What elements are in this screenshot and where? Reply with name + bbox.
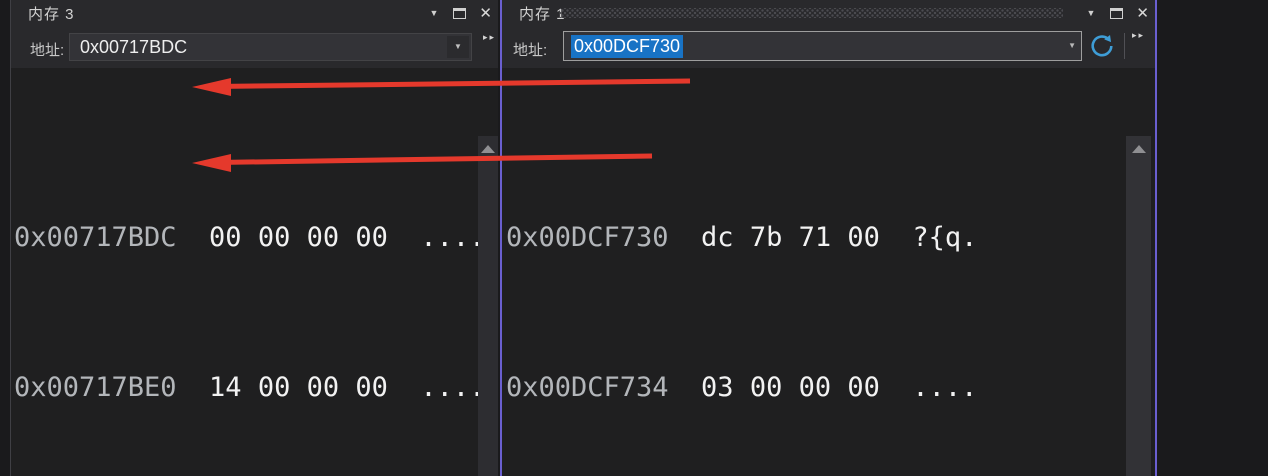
maximize-icon[interactable] (453, 7, 467, 19)
titlebar-drag-grip[interactable] (560, 8, 1063, 18)
row-address: 0x00DCF734 (506, 372, 669, 403)
memory-windows-workspace: 内存 3 ▼ ✕ 地址: 0x00717BDC ▼ ▸▸ 0x00717BDC 0… (0, 0, 1268, 476)
memory1-content[interactable]: 0x00DCF730 dc 7b 71 00 ?{q. 0x00DCF734 03 0… (502, 68, 1155, 476)
window-position-menu-icon[interactable]: ▼ (1085, 7, 1098, 20)
row-ascii: .... (912, 372, 978, 403)
memory3-toolbar: 地址: 0x00717BDC ▼ ▸▸ (11, 26, 498, 68)
refresh-icon (1091, 35, 1113, 57)
memory3-content[interactable]: 0x00717BDC 00 00 00 00.... 0x00717BE0 14 0… (11, 68, 498, 476)
memory1-toolbar: 地址: 0x00DCF730 ▼ ▸▸ (502, 26, 1155, 68)
memory-row[interactable]: 0x00DCF730 dc 7b 71 00 ?{q. (506, 219, 977, 257)
toolbar-overflow-icon[interactable]: ▸▸ (483, 32, 496, 43)
address-label: 地址: (513, 42, 548, 59)
close-icon[interactable]: ✕ (1136, 6, 1149, 21)
row-address: 0x00717BDC (14, 222, 177, 253)
memory-row[interactable]: 0x00717BE0 14 00 00 00.... (14, 369, 485, 407)
address-combobox[interactable]: 0x00717BDC ▼ (69, 33, 472, 61)
memory-rows: 0x00DCF730 dc 7b 71 00 ?{q. 0x00DCF734 03 0… (506, 69, 977, 476)
close-icon[interactable]: ✕ (479, 6, 492, 21)
address-label: 地址: (30, 42, 65, 59)
address-value[interactable]: 0x00717BDC (70, 37, 187, 58)
memory-row[interactable]: 0x00DCF734 03 00 00 00.... (506, 369, 977, 407)
memory-row[interactable]: 0x00717BDC 00 00 00 00.... (14, 219, 485, 257)
refresh-button[interactable] (1087, 31, 1117, 61)
row-ascii: .... (420, 222, 486, 253)
address-value-selected[interactable]: 0x00DCF730 (571, 34, 684, 58)
window-position-menu-icon[interactable]: ▼ (428, 7, 441, 20)
row-hex-bytes: 03 00 00 00 (701, 372, 880, 403)
memory-rows: 0x00717BDC 00 00 00 00.... 0x00717BE0 14 0… (14, 69, 485, 476)
vertical-scrollbar[interactable] (1126, 136, 1151, 476)
toolbar-overflow-icon[interactable]: ▸▸ (1132, 30, 1145, 41)
toolbar-separator (1124, 33, 1125, 59)
row-address: 0x00717BE0 (14, 372, 177, 403)
memory1-titlebar[interactable]: 内存 1 ▼ ✕ (502, 0, 1155, 26)
memory-window-1: 内存 1 ▼ ✕ 地址: 0x00DCF730 ▼ ▸▸ 0x00DCF730 … (500, 0, 1157, 476)
vertical-scrollbar[interactable] (478, 136, 498, 476)
row-address: 0x00DCF730 (506, 222, 669, 253)
maximize-icon[interactable] (1110, 7, 1124, 19)
chevron-down-icon: ▼ (454, 42, 462, 51)
chevron-down-icon[interactable]: ▼ (1068, 42, 1076, 50)
scroll-up-icon[interactable] (481, 145, 495, 153)
row-hex-bytes: 14 00 00 00 (209, 372, 388, 403)
memory3-titlebar[interactable]: 内存 3 ▼ ✕ (11, 0, 498, 26)
row-ascii: .... (420, 372, 486, 403)
memory-window-3: 内存 3 ▼ ✕ 地址: 0x00717BDC ▼ ▸▸ 0x00717BDC 0… (10, 0, 498, 476)
row-hex-bytes: dc 7b 71 00 (701, 222, 880, 253)
row-ascii: ?{q. (912, 222, 978, 253)
address-combobox[interactable]: 0x00DCF730 ▼ (563, 31, 1082, 61)
row-hex-bytes: 00 00 00 00 (209, 222, 388, 253)
scroll-up-icon[interactable] (1131, 145, 1146, 153)
combo-dropdown-button[interactable]: ▼ (447, 36, 469, 58)
memory3-title: 内存 3 (28, 6, 75, 23)
memory1-title: 内存 1 (519, 6, 566, 23)
